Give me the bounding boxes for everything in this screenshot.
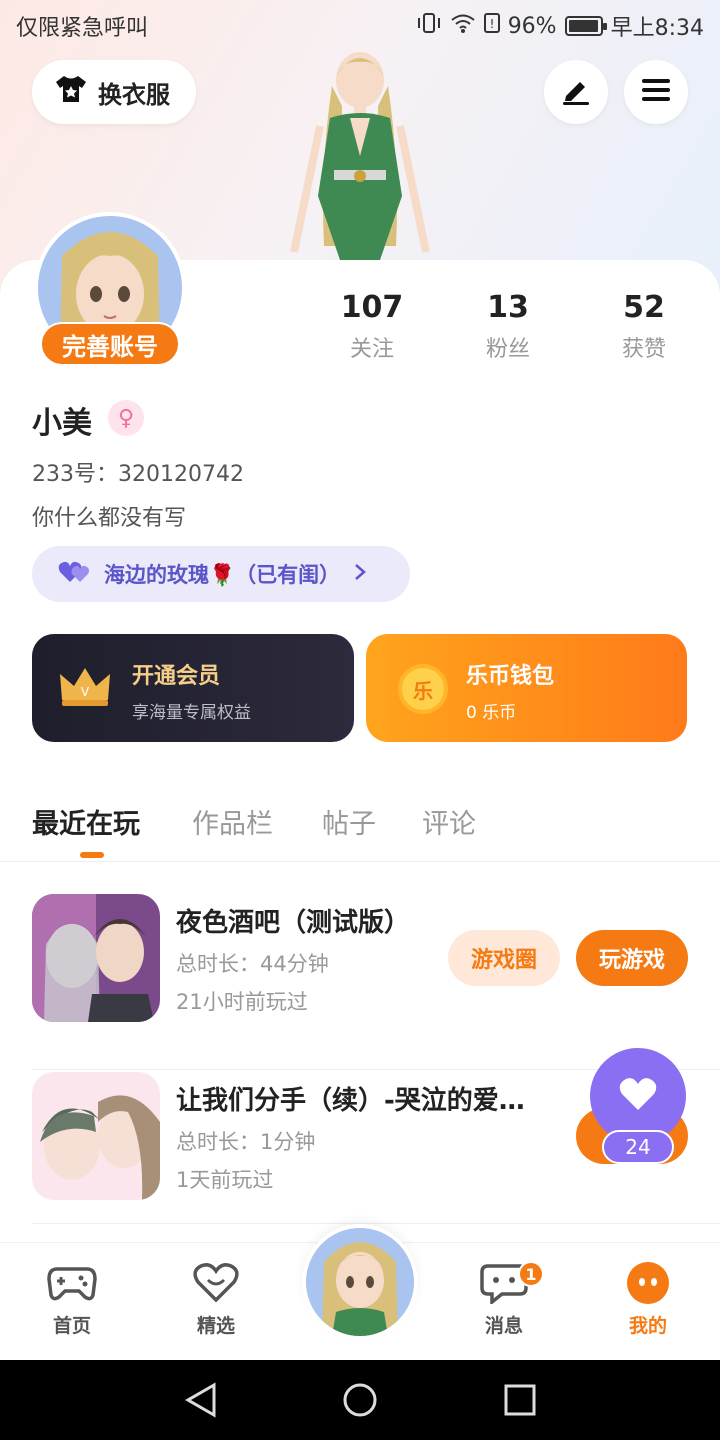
status-bar: 仅限紧急呼叫 ! 96% 早上8:34 bbox=[0, 0, 720, 48]
vibrate-icon bbox=[416, 12, 442, 40]
tab-posts[interactable]: 帖子 bbox=[322, 802, 376, 841]
stat-followers-label: 粉丝 bbox=[485, 337, 530, 362]
menu-button[interactable] bbox=[624, 60, 688, 124]
nav-mine-label: 我的 bbox=[628, 1315, 667, 1337]
game-last-played: 21小时前玩过 bbox=[176, 990, 308, 1014]
stat-following-value: 107 bbox=[340, 290, 404, 325]
stat-following[interactable]: 107 关注 bbox=[312, 290, 432, 363]
heart-icon bbox=[618, 1076, 658, 1116]
wifi-icon bbox=[450, 12, 476, 40]
wallet-card[interactable]: 乐 乐币钱包 0 乐币 bbox=[366, 634, 687, 742]
game-list-item[interactable]: 夜色酒吧（测试版） 总时长：44分钟 21小时前玩过 游戏圈 玩游戏 bbox=[32, 894, 720, 1070]
wallet-balance: 0 乐币 bbox=[466, 703, 517, 723]
game-thumbnail bbox=[32, 1072, 160, 1200]
nav-featured[interactable]: 精选 bbox=[166, 1259, 266, 1338]
profile-face-icon bbox=[598, 1259, 698, 1307]
svg-text:V: V bbox=[81, 685, 90, 699]
vip-title: 开通会员 bbox=[132, 664, 221, 689]
sim-alert-icon: ! bbox=[483, 12, 500, 40]
game-duration: 总时长：44分钟 bbox=[176, 952, 329, 976]
game-thumbnail bbox=[32, 894, 160, 1022]
back-icon[interactable] bbox=[184, 1382, 218, 1422]
game-duration: 总时长：1分钟 bbox=[176, 1130, 316, 1154]
vip-subtitle: 享海量专属权益 bbox=[132, 703, 251, 723]
chat-bubble-icon: 1 bbox=[454, 1259, 554, 1307]
nav-messages-label: 消息 bbox=[484, 1315, 523, 1337]
message-count-badge: 1 bbox=[518, 1261, 544, 1287]
user-bio: 你什么都没有写 bbox=[32, 506, 187, 531]
game-title: 夜色酒吧（测试版） bbox=[176, 908, 411, 938]
complete-account-button[interactable]: 完善账号 bbox=[40, 322, 180, 366]
coin-icon: 乐 bbox=[398, 664, 448, 714]
vip-membership-card[interactable]: V 开通会员 享海量专属权益 bbox=[32, 634, 354, 742]
game-title: 让我们分手（续）-哭泣的爱… bbox=[176, 1086, 525, 1116]
carrier-text: 仅限紧急呼叫 bbox=[16, 16, 149, 41]
nav-featured-label: 精选 bbox=[196, 1315, 235, 1337]
clock: 早上8:34 bbox=[610, 16, 704, 41]
stat-likes[interactable]: 52 获赞 bbox=[584, 290, 704, 363]
stat-followers-value: 13 bbox=[487, 290, 529, 325]
wallet-title: 乐币钱包 bbox=[466, 664, 555, 689]
tab-recently-played[interactable]: 最近在玩 bbox=[32, 802, 140, 841]
crown-icon: V bbox=[58, 664, 112, 712]
nav-character-avatar[interactable] bbox=[302, 1224, 418, 1340]
stat-following-label: 关注 bbox=[349, 337, 394, 362]
change-outfit-button[interactable]: 换衣服 bbox=[32, 60, 196, 124]
gamepad-icon bbox=[22, 1259, 122, 1307]
recents-square-icon[interactable] bbox=[504, 1384, 536, 1420]
nav-messages[interactable]: 1 消息 bbox=[454, 1259, 554, 1338]
stat-likes-value: 52 bbox=[623, 290, 665, 325]
game-circle-button[interactable]: 游戏圈 bbox=[448, 930, 560, 986]
user-id: 233号：320120742 bbox=[32, 462, 244, 487]
nav-home-label: 首页 bbox=[52, 1315, 91, 1337]
relationship-label: 海边的玫瑰🌹（已有闺） bbox=[104, 563, 341, 587]
tab-works[interactable]: 作品栏 bbox=[192, 802, 273, 841]
svg-text:!: ! bbox=[489, 17, 494, 31]
tshirt-icon bbox=[54, 74, 88, 110]
stat-followers[interactable]: 13 粉丝 bbox=[448, 290, 568, 363]
heart-smile-icon bbox=[166, 1259, 266, 1307]
tab-comments[interactable]: 评论 bbox=[422, 802, 476, 841]
edit-profile-button[interactable] bbox=[544, 60, 608, 124]
character-figure[interactable] bbox=[280, 46, 440, 262]
battery-fill bbox=[568, 20, 598, 32]
relationship-pill[interactable]: 海边的玫瑰🌹（已有闺） bbox=[32, 546, 410, 602]
content-tabs: 最近在玩 作品栏 帖子 评论 bbox=[0, 796, 720, 862]
battery-icon bbox=[564, 16, 607, 36]
username: 小美 bbox=[32, 406, 92, 441]
nav-mine[interactable]: 我的 bbox=[598, 1259, 698, 1338]
pencil-icon bbox=[560, 74, 592, 110]
like-count-badge: 24 bbox=[602, 1130, 674, 1164]
stat-likes-label: 获赞 bbox=[621, 337, 666, 362]
chevron-right-icon bbox=[352, 562, 368, 587]
game-last-played: 1天前玩过 bbox=[176, 1168, 274, 1192]
play-game-button[interactable]: 玩游戏 bbox=[576, 930, 688, 986]
active-tab-indicator bbox=[80, 852, 104, 858]
nav-home[interactable]: 首页 bbox=[22, 1259, 122, 1338]
change-outfit-label: 换衣服 bbox=[98, 80, 170, 109]
home-circle-icon[interactable] bbox=[342, 1382, 378, 1422]
double-heart-icon bbox=[58, 560, 92, 589]
female-gender-icon: ♀ bbox=[108, 400, 144, 436]
hamburger-menu-icon bbox=[640, 76, 672, 108]
battery-percent: 96% bbox=[507, 13, 557, 39]
system-navigation-bar bbox=[0, 1360, 720, 1440]
